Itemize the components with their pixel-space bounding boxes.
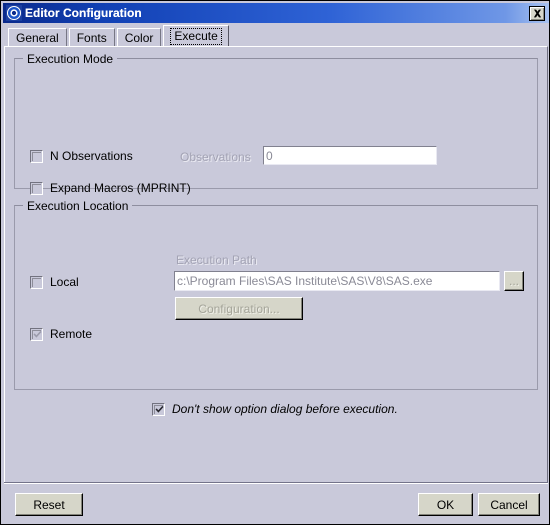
execute-tab-panel: Execution Mode N Observations Observatio… <box>4 46 548 483</box>
n-observations-label: N Observations <box>50 149 133 163</box>
dont-show-option-label: Don't show option dialog before executio… <box>172 402 398 416</box>
dialog-footer: Reset OK Cancel <box>4 482 548 521</box>
cancel-button[interactable]: Cancel <box>478 493 540 516</box>
title-bar: Editor Configuration <box>3 3 549 23</box>
cancel-button-label: Cancel <box>490 497 528 512</box>
close-icon[interactable] <box>529 5 545 21</box>
execution-mode-group-title: Execution Mode <box>23 52 118 66</box>
tab-strip: General Fonts Color Execute <box>3 23 549 47</box>
execution-path-input[interactable]: c:\Program Files\SAS Institute\SAS\V8\SA… <box>174 271 500 291</box>
observations-input[interactable]: 0 <box>263 146 437 165</box>
checkmark-icon <box>33 330 42 338</box>
local-checkbox[interactable] <box>30 275 43 289</box>
reset-button[interactable]: Reset <box>15 493 83 516</box>
expand-macros-checkbox[interactable] <box>30 181 43 195</box>
editor-configuration-dialog: Editor Configuration General Fonts Color… <box>0 0 550 525</box>
local-label: Local <box>50 275 79 289</box>
tab-color[interactable]: Color <box>116 28 162 47</box>
close-x-glyph <box>533 9 541 17</box>
ok-button[interactable]: OK <box>418 493 473 516</box>
checkmark-icon <box>155 405 164 413</box>
execution-path-value: c:\Program Files\SAS Institute\SAS\V8\SA… <box>177 274 433 288</box>
tab-list: General Fonts Color Execute <box>8 24 231 47</box>
dont-show-option-checkbox[interactable] <box>152 402 165 416</box>
dont-show-option-checkbox-row[interactable]: Don't show option dialog before executio… <box>152 402 398 416</box>
n-observations-checkbox-row[interactable]: N Observations <box>30 149 133 163</box>
target-circle-icon <box>6 5 22 21</box>
ok-button-label: OK <box>436 497 455 512</box>
tab-color-label: Color <box>124 31 154 45</box>
tab-execute-label: Execute <box>170 28 222 45</box>
expand-macros-checkbox-row[interactable]: Expand Macros (MPRINT) <box>30 181 191 195</box>
browse-button-label: ... <box>508 274 519 288</box>
tab-general-label: General <box>16 31 59 45</box>
n-observations-checkbox[interactable] <box>30 149 43 163</box>
reset-button-label: Reset <box>33 497 65 512</box>
tab-fonts[interactable]: Fonts <box>68 28 115 47</box>
remote-label: Remote <box>50 327 93 341</box>
remote-checkbox-row[interactable]: Remote <box>30 327 92 341</box>
tab-execute[interactable]: Execute <box>163 25 229 47</box>
tab-fonts-label: Fonts <box>76 31 107 45</box>
execution-mode-group: Execution Mode <box>14 52 538 189</box>
execution-path-label: Execution Path <box>176 253 257 267</box>
execution-location-group-title: Execution Location <box>23 199 133 213</box>
window-title: Editor Configuration <box>25 6 142 20</box>
observations-label: Observations <box>180 150 251 164</box>
configuration-button[interactable]: Configuration... <box>175 297 303 320</box>
browse-path-button[interactable]: ... <box>504 271 524 291</box>
observations-input-value: 0 <box>266 148 273 163</box>
tab-general[interactable]: General <box>8 28 67 47</box>
remote-checkbox[interactable] <box>30 327 43 341</box>
configuration-button-label: Configuration... <box>198 301 280 316</box>
local-checkbox-row[interactable]: Local <box>30 275 79 289</box>
expand-macros-label: Expand Macros (MPRINT) <box>50 181 191 195</box>
